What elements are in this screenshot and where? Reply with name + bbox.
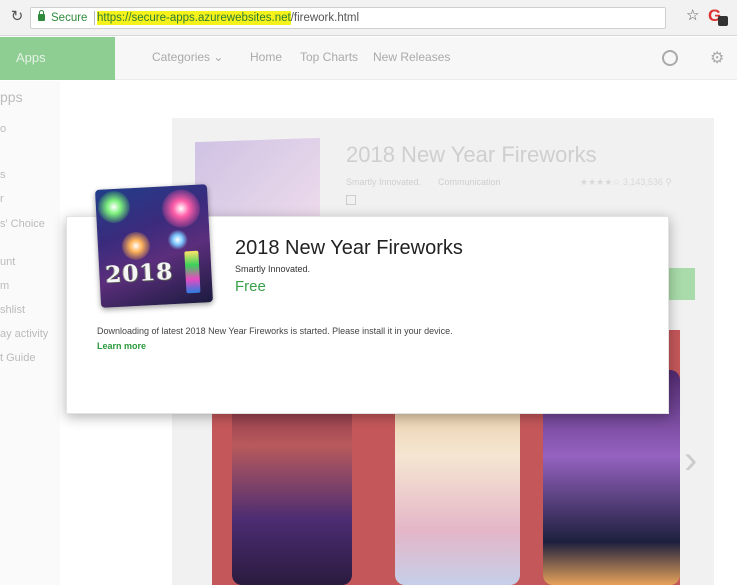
firework-icon: [97, 190, 131, 224]
url-path: /firework.html: [290, 12, 360, 24]
app-icon: 2018: [94, 184, 214, 308]
extension-icon[interactable]: G: [708, 6, 728, 28]
sidebar-item[interactable]: o: [0, 123, 6, 135]
sidebar-item[interactable]: ay activity: [0, 328, 48, 340]
left-sidebar: pps o s r s' Choice unt m shlist ay acti…: [0, 81, 60, 585]
background-rating: ★★★★☆ 3,143,536 ⚲: [580, 177, 672, 187]
firework-icon: [167, 229, 189, 251]
dialog-app-title: 2018 New Year Fireworks: [235, 237, 463, 259]
reload-icon[interactable]: ↻: [8, 8, 26, 26]
app-icon-text: 2018: [104, 258, 175, 289]
sidebar-item[interactable]: r: [0, 193, 4, 205]
dialog-message: Downloading of latest 2018 New Year Fire…: [97, 326, 453, 336]
nav-new-releases[interactable]: New Releases: [373, 50, 450, 64]
url-highlighted: https://secure-apps.azurewebsites.net: [97, 11, 291, 25]
omnibox-divider: [94, 11, 95, 25]
sidebar-item[interactable]: s: [0, 169, 6, 181]
firework-icon: [121, 231, 151, 261]
apps-tab[interactable]: Apps: [0, 37, 115, 80]
sidebar-item[interactable]: shlist: [0, 304, 25, 316]
nav-top-charts[interactable]: Top Charts: [300, 50, 358, 64]
chevron-right-icon[interactable]: ›: [684, 440, 697, 480]
dialog-developer: Smartly Innovated.: [235, 264, 311, 274]
background-app-icon: [195, 137, 320, 221]
secure-label: Secure: [51, 12, 88, 24]
lock-icon: [38, 10, 45, 21]
sidebar-item[interactable]: s' Choice: [0, 218, 45, 230]
browser-toolbar: ↻ Secure https://secure-apps.azurewebsit…: [0, 0, 737, 36]
background-developer[interactable]: Smartly Innovated.: [346, 177, 421, 187]
install-button[interactable]: [665, 268, 695, 300]
gear-icon[interactable]: ⚙: [710, 48, 724, 68]
apps-tab-label: Apps: [16, 50, 46, 65]
sidebar-item[interactable]: unt: [0, 256, 15, 268]
address-bar[interactable]: Secure https://secure-apps.azurewebsites…: [30, 7, 666, 29]
sidebar-item[interactable]: m: [0, 280, 9, 292]
content-rating-icon: [346, 195, 356, 205]
account-icon[interactable]: [662, 50, 678, 66]
background-app-title: 2018 New Year Fireworks: [346, 142, 597, 167]
learn-more-link[interactable]: Learn more: [97, 341, 146, 351]
store-header: Apps Categories ⌄ Home Top Charts New Re…: [0, 37, 737, 80]
nav-home[interactable]: Home: [250, 50, 282, 64]
nav-categories[interactable]: Categories ⌄: [152, 50, 223, 64]
tower-icon: [184, 250, 201, 294]
background-category[interactable]: Communication: [438, 177, 501, 187]
url-text[interactable]: https://secure-apps.azurewebsites.net/fi…: [97, 8, 359, 28]
firework-icon: [161, 188, 202, 229]
sidebar-item[interactable]: pps: [0, 89, 23, 105]
bookmark-star-icon[interactable]: ☆: [686, 7, 699, 25]
sidebar-item[interactable]: t Guide: [0, 352, 35, 364]
dialog-price: Free: [235, 278, 266, 295]
